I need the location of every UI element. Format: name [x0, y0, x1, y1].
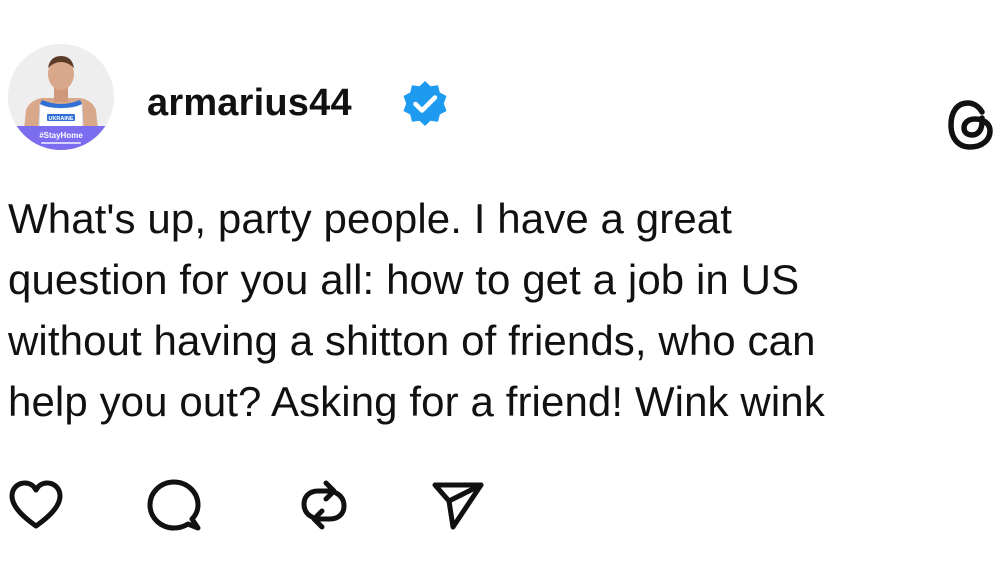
- action-bar: [0, 470, 520, 540]
- username[interactable]: armarius44: [147, 80, 352, 126]
- avatar-jersey-text: UKRAINE: [48, 116, 73, 122]
- avatar[interactable]: UKRAINE #StayHome: [8, 44, 114, 150]
- share-button[interactable]: [426, 470, 490, 540]
- send-icon: [429, 477, 487, 533]
- heart-icon: [8, 479, 64, 531]
- post-body: What's up, party people. I have a great …: [8, 195, 825, 425]
- threads-logo-icon[interactable]: [946, 98, 996, 152]
- comment-button[interactable]: [142, 470, 206, 540]
- avatar-image: UKRAINE #StayHome: [8, 44, 114, 150]
- threads-post: UKRAINE #StayHome armarius44 What's up, …: [0, 0, 1000, 569]
- repost-icon: [298, 477, 350, 533]
- verified-badge-icon: [400, 79, 450, 129]
- repost-button[interactable]: [292, 470, 356, 540]
- like-button[interactable]: [4, 470, 68, 540]
- comment-bubble-icon: [146, 477, 202, 533]
- avatar-banner-text: #StayHome: [39, 131, 83, 140]
